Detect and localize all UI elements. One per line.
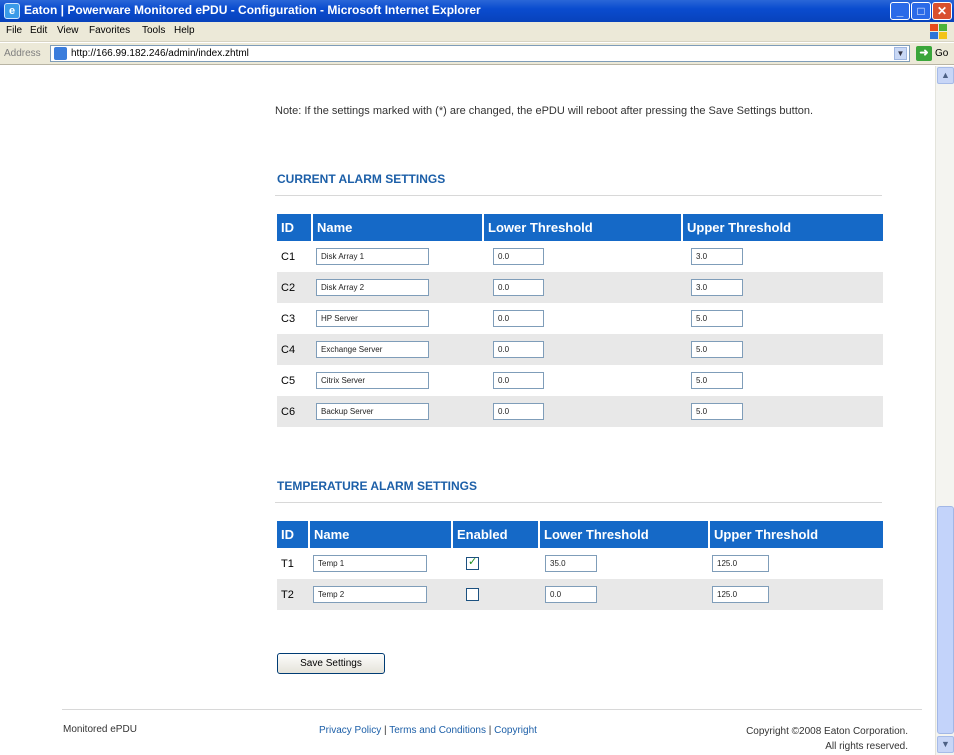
scroll-up-icon[interactable]: ▲ bbox=[937, 67, 954, 84]
name-field[interactable]: Exchange Server bbox=[316, 341, 429, 358]
page-content: Note: If the settings marked with (*) ar… bbox=[0, 66, 935, 755]
upper-threshold-field[interactable]: 5.0 bbox=[691, 403, 743, 420]
go-arrow-icon[interactable]: ➜ bbox=[916, 46, 932, 61]
upper-threshold-field[interactable]: 5.0 bbox=[691, 341, 743, 358]
table-row: C1 Disk Array 1 0.0 3.0 bbox=[277, 241, 883, 272]
table-row: T2 Temp 2 0.0 125.0 bbox=[277, 579, 883, 610]
divider bbox=[275, 195, 882, 196]
name-field[interactable]: Temp 2 bbox=[313, 586, 427, 603]
table-row: T1 Temp 1 ✓ 35.0 125.0 bbox=[277, 548, 883, 579]
row-id: T1 bbox=[281, 557, 294, 570]
rights-line: All rights reserved. bbox=[825, 741, 908, 752]
scrollbar-thumb[interactable] bbox=[937, 506, 954, 734]
window-title: Eaton | Powerware Monitored ePDU - Confi… bbox=[24, 3, 481, 17]
column-header-name: Name bbox=[309, 521, 453, 548]
lower-threshold-field[interactable]: 0.0 bbox=[493, 403, 544, 420]
row-id: T2 bbox=[277, 579, 309, 610]
footer-product-name: Monitored ePDU bbox=[63, 724, 137, 735]
checkmark-icon: ✓ bbox=[468, 555, 478, 568]
chevron-down-icon[interactable]: ▼ bbox=[894, 47, 907, 60]
page-icon bbox=[54, 47, 67, 60]
address-label: Address bbox=[4, 48, 41, 59]
enabled-checkbox[interactable] bbox=[466, 588, 479, 601]
privacy-policy-link[interactable]: Privacy Policy bbox=[319, 725, 381, 736]
terms-link[interactable]: Terms and Conditions bbox=[389, 725, 486, 736]
row-id: C6 bbox=[277, 396, 312, 427]
name-field[interactable]: Disk Array 2 bbox=[316, 279, 429, 296]
scroll-down-icon[interactable]: ▼ bbox=[937, 736, 954, 753]
name-field[interactable]: HP Server bbox=[316, 310, 429, 327]
column-header-id: ID bbox=[277, 214, 313, 241]
menu-bar: File Edit View Favorites Tools Help bbox=[0, 22, 954, 42]
menu-tools[interactable]: Tools bbox=[142, 25, 165, 36]
upper-threshold-field[interactable]: 3.0 bbox=[691, 279, 743, 296]
current-alarm-title: CURRENT ALARM SETTINGS bbox=[277, 172, 446, 186]
column-header-id: ID bbox=[277, 521, 310, 548]
table-row: C3 HP Server 0.0 5.0 bbox=[277, 303, 883, 334]
menu-help[interactable]: Help bbox=[174, 25, 195, 36]
table-row: C6 Backup Server 0.0 5.0 bbox=[277, 396, 883, 427]
save-settings-button[interactable]: Save Settings bbox=[277, 653, 385, 674]
name-field[interactable]: Citrix Server bbox=[316, 372, 429, 389]
minimize-icon: _ bbox=[896, 4, 904, 18]
current-alarm-table: ID Name Lower Threshold Upper Threshold … bbox=[277, 214, 883, 427]
close-button[interactable]: ✕ bbox=[932, 2, 952, 20]
row-id: C1 bbox=[281, 250, 296, 263]
lower-threshold-field[interactable]: 0.0 bbox=[493, 372, 544, 389]
close-icon: ✕ bbox=[936, 4, 948, 18]
upper-threshold-field[interactable]: 125.0 bbox=[712, 586, 769, 603]
menu-view[interactable]: View bbox=[57, 25, 79, 36]
vertical-scrollbar[interactable]: ▲ ▼ bbox=[935, 66, 954, 755]
maximize-icon: □ bbox=[917, 4, 925, 18]
copyright-link[interactable]: Copyright bbox=[494, 725, 537, 736]
upper-threshold-field[interactable]: 5.0 bbox=[691, 310, 743, 327]
column-header-upper-threshold: Upper Threshold bbox=[709, 521, 883, 548]
row-id: C2 bbox=[277, 272, 312, 303]
column-header-lower-threshold: Lower Threshold bbox=[483, 214, 683, 241]
row-id: C4 bbox=[277, 334, 312, 365]
address-bar: Address http://166.99.182.246/admin/inde… bbox=[0, 43, 954, 65]
table-row: C2 Disk Array 2 0.0 3.0 bbox=[277, 272, 883, 303]
temperature-alarm-table: ID Name Enabled Lower Threshold Upper Th… bbox=[277, 521, 883, 610]
upper-threshold-field[interactable]: 125.0 bbox=[712, 555, 769, 572]
lower-threshold-field[interactable]: 0.0 bbox=[493, 310, 544, 327]
column-header-enabled: Enabled bbox=[452, 521, 540, 548]
name-field[interactable]: Temp 1 bbox=[313, 555, 427, 572]
footer-divider bbox=[62, 709, 922, 710]
address-input[interactable]: http://166.99.182.246/admin/index.zhtml … bbox=[50, 45, 910, 62]
footer-links: Privacy Policy | Terms and Conditions | … bbox=[319, 725, 537, 736]
divider bbox=[275, 502, 882, 503]
column-header-upper-threshold: Upper Threshold bbox=[682, 214, 883, 241]
lower-threshold-field[interactable]: 0.0 bbox=[493, 248, 544, 265]
reboot-note: Note: If the settings marked with (*) ar… bbox=[275, 105, 814, 117]
lower-threshold-field[interactable]: 0.0 bbox=[493, 279, 544, 296]
maximize-button[interactable]: □ bbox=[911, 2, 931, 20]
copyright-line: Copyright ©2008 Eaton Corporation. bbox=[746, 726, 908, 737]
ie-icon[interactable]: e bbox=[4, 3, 20, 19]
lower-threshold-field[interactable]: 35.0 bbox=[545, 555, 597, 572]
upper-threshold-field[interactable]: 5.0 bbox=[691, 372, 743, 389]
menu-edit[interactable]: Edit bbox=[30, 25, 47, 36]
lower-threshold-field[interactable]: 0.0 bbox=[545, 586, 597, 603]
table-row: C5 Citrix Server 0.0 5.0 bbox=[277, 365, 883, 396]
column-header-name: Name bbox=[312, 214, 484, 241]
lower-threshold-field[interactable]: 0.0 bbox=[493, 341, 544, 358]
window-title-bar[interactable]: e Eaton | Powerware Monitored ePDU - Con… bbox=[0, 0, 954, 22]
menu-favorites[interactable]: Favorites bbox=[89, 25, 130, 36]
table-row: C4 Exchange Server 0.0 5.0 bbox=[277, 334, 883, 365]
menu-file[interactable]: File bbox=[6, 25, 22, 36]
address-url[interactable]: http://166.99.182.246/admin/index.zhtml bbox=[71, 48, 249, 59]
name-field[interactable]: Disk Array 1 bbox=[316, 248, 429, 265]
row-id: C5 bbox=[281, 374, 296, 387]
minimize-button[interactable]: _ bbox=[890, 2, 910, 20]
windows-logo-icon bbox=[930, 24, 948, 40]
column-header-lower-threshold: Lower Threshold bbox=[539, 521, 710, 548]
footer-copyright: Copyright ©2008 Eaton Corporation. All r… bbox=[700, 724, 908, 754]
name-field[interactable]: Backup Server bbox=[316, 403, 429, 420]
row-id: C3 bbox=[281, 312, 296, 325]
upper-threshold-field[interactable]: 3.0 bbox=[691, 248, 743, 265]
temperature-alarm-title: TEMPERATURE ALARM SETTINGS bbox=[277, 479, 477, 493]
go-button[interactable]: Go bbox=[935, 48, 948, 59]
enabled-checkbox[interactable]: ✓ bbox=[466, 555, 479, 570]
